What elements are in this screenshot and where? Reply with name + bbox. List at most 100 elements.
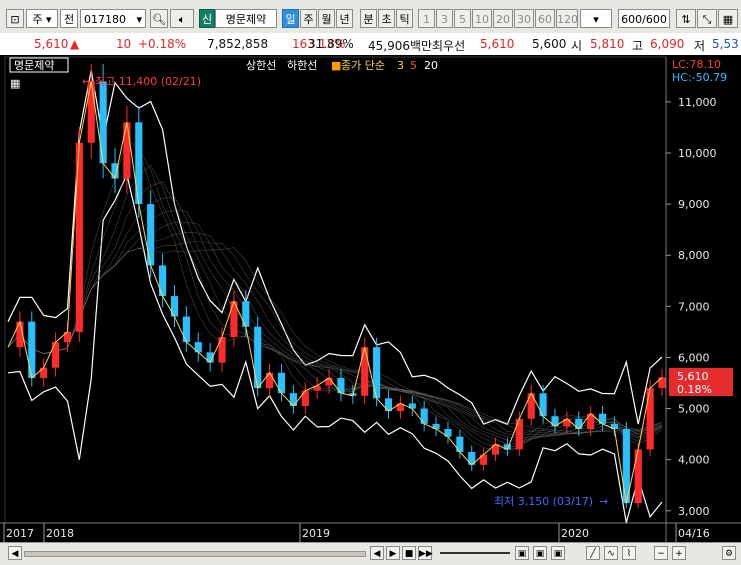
prev-close: 5,600	[532, 37, 567, 51]
zoom-out-icon[interactable]: ▣	[515, 546, 529, 560]
candle-body	[75, 142, 83, 332]
candle-body	[266, 372, 274, 389]
y-tick-label: 6,000	[678, 351, 710, 364]
step-120[interactable]: 120	[556, 9, 578, 28]
name-badge: 신	[199, 9, 215, 28]
x-tick-label: 2020	[561, 527, 589, 540]
period-second[interactable]: 초	[378, 9, 395, 28]
chart-canvas[interactable]: 11,000 10,000 9,000 8,000 7,000 6,000 5,000 4,0…	[0, 55, 741, 542]
scrollbar-track[interactable]	[24, 551, 366, 557]
period-week[interactable]: 주	[300, 9, 317, 28]
count-value: 600	[621, 13, 643, 26]
volume: 7,852,858	[207, 37, 269, 51]
change-value: 10	[116, 37, 132, 51]
y-tick-label: 3,000	[678, 505, 710, 518]
x-tick-label: 2018	[46, 527, 74, 540]
category-button[interactable]: 전	[60, 9, 78, 28]
legend-name[interactable]: 명문제약	[14, 58, 54, 72]
draw-icon[interactable]: ⤡	[697, 9, 717, 28]
fit-icon[interactable]: ▣	[551, 546, 565, 560]
candle-body	[28, 321, 36, 378]
candle-body	[123, 122, 131, 179]
candle-body	[373, 347, 381, 399]
min-note: 최저 3,150 (03/17)	[494, 495, 593, 508]
step-30[interactable]: 30	[514, 9, 534, 28]
grid-icon[interactable]: ▦	[718, 9, 738, 28]
candle-body	[182, 316, 190, 343]
candle-body	[634, 449, 642, 504]
x-ticks: 2017 2018 2019 2020 04/16	[3, 523, 710, 542]
toolbar: ⊡ 주 ▾ 전 017180 ▾ 🔍︎ 🔈︎ 신 명문제약 일 주 월 년 분 초…	[0, 0, 741, 34]
candle-body	[218, 337, 226, 363]
candle-body	[254, 326, 262, 389]
candle-body	[99, 81, 107, 164]
candle-body	[170, 296, 179, 317]
next-icon[interactable]: ▶	[386, 546, 400, 560]
y-tick-label: 11,000	[678, 96, 717, 109]
step-60[interactable]: 60	[535, 9, 555, 28]
settings-icon[interactable]: ⚙	[722, 546, 736, 560]
stock-name[interactable]: 명문제약	[215, 9, 277, 28]
best-ask-label: 최우선	[432, 39, 466, 53]
count-input[interactable]: 600/600	[618, 9, 670, 28]
sound-icon[interactable]: 🔈︎	[170, 9, 194, 28]
step-5[interactable]: 5	[454, 9, 471, 28]
legend-ma-label[interactable]: 종가 단순	[341, 59, 385, 72]
candle-body	[51, 342, 60, 368]
window-icon[interactable]: ⊡	[6, 9, 24, 28]
fast-forward-icon[interactable]: ▶▶	[418, 546, 433, 560]
step-3[interactable]: 3	[436, 9, 453, 28]
indicator-icon[interactable]: ⇅	[676, 9, 696, 28]
low-price: 5,53	[712, 37, 739, 51]
zoom-out-icon-2[interactable]: −	[654, 546, 668, 560]
prev-icon[interactable]: ◀	[370, 546, 384, 560]
legend-upper[interactable]: 상한선	[246, 59, 276, 72]
search-icon[interactable]: 🔍︎	[150, 9, 168, 28]
zoom-slider[interactable]	[440, 552, 510, 554]
candle-body	[40, 367, 48, 378]
candle-body	[87, 81, 95, 143]
period-minute[interactable]: 분	[360, 9, 377, 28]
turnover-rate: 31.89%	[308, 37, 354, 51]
period-day[interactable]: 일	[282, 9, 299, 28]
candle-body	[420, 408, 428, 424]
line-tool-icon[interactable]: ╱	[586, 546, 600, 560]
candle-body	[277, 372, 286, 394]
low-label: 저	[694, 39, 706, 53]
step-select[interactable]: ▾	[580, 9, 612, 28]
open-label: 시	[571, 39, 583, 53]
x-tick-label: 2017	[6, 527, 34, 540]
curve-tool-icon[interactable]: ∿	[604, 546, 618, 560]
up-arrow-icon: ▲	[70, 37, 80, 51]
stop-icon[interactable]: ■	[402, 546, 416, 560]
price-chart[interactable]: 11,000 10,000 9,000 8,000 7,000 6,000 5,000 4,0…	[0, 55, 741, 542]
zigzag-tool-icon[interactable]: ⌇	[622, 546, 636, 560]
market-select[interactable]: 주 ▾	[26, 9, 58, 28]
code-input[interactable]: 017180 ▾	[80, 9, 146, 28]
legend-lower[interactable]: 하한선	[287, 58, 317, 72]
legend-ma-20: 20	[424, 59, 438, 72]
y-tick-label: 5,000	[678, 403, 710, 416]
y-tick-label: 4,000	[678, 454, 710, 467]
table-icon[interactable]: ▦	[10, 77, 20, 90]
price-tag-value: 5,610	[677, 370, 709, 383]
trade-amount: 45,906백만	[368, 39, 433, 53]
left-arrow-icon[interactable]: ◀	[8, 546, 22, 560]
step-10[interactable]: 10	[472, 9, 492, 28]
high-label: 고	[632, 39, 644, 53]
min-arrow-icon: →	[599, 495, 608, 508]
best-ask: 5,610	[480, 37, 515, 51]
zoom-in-icon[interactable]: ▣	[533, 546, 547, 560]
hc-value: HC:-50.79	[672, 71, 727, 84]
current-price: 5,610	[34, 37, 69, 51]
period-month[interactable]: 월	[318, 9, 335, 28]
step-1[interactable]: 1	[418, 9, 435, 28]
candle-body	[539, 393, 547, 417]
period-tick[interactable]: 틱	[396, 9, 413, 28]
zoom-in-icon-2[interactable]: +	[672, 546, 686, 560]
code-value: 017180	[84, 13, 126, 26]
period-year[interactable]: 년	[336, 9, 353, 28]
candle-body	[135, 122, 143, 205]
step-20[interactable]: 20	[493, 9, 513, 28]
candle-body	[159, 265, 167, 297]
